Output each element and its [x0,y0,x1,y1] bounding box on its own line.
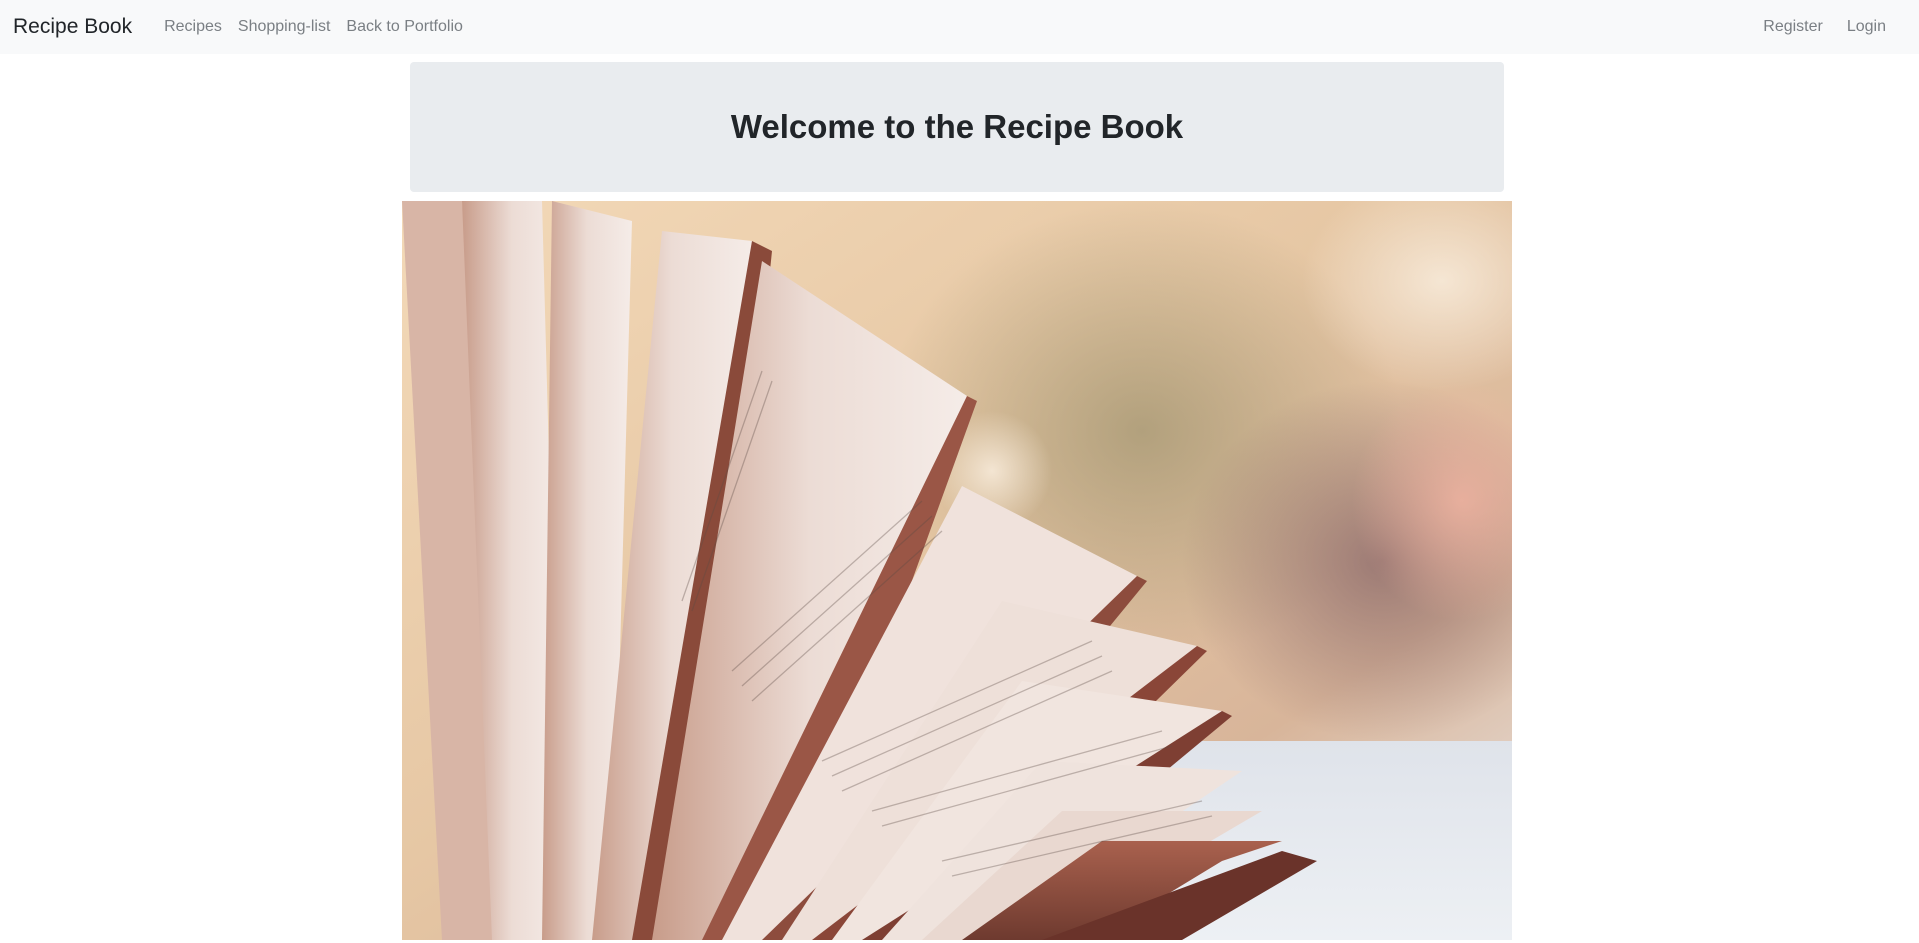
top-navbar: Recipe Book Recipes Shopping-list Back t… [0,0,1919,54]
nav-left-group: Recipes Shopping-list Back to Portfolio [156,18,471,36]
hero-image [402,201,1512,940]
nav-link-login[interactable]: Login [1839,18,1894,36]
open-book-photo [402,201,1512,940]
nav-link-recipes[interactable]: Recipes [156,18,230,36]
nav-link-register[interactable]: Register [1755,18,1831,36]
welcome-jumbotron: Welcome to the Recipe Book [410,62,1504,192]
brand-link[interactable]: Recipe Book [13,15,132,39]
nav-right-group: Register Login [1747,18,1906,36]
page-title: Welcome to the Recipe Book [730,108,1184,145]
nav-link-back-to-portfolio[interactable]: Back to Portfolio [338,18,471,36]
nav-link-shopping-list[interactable]: Shopping-list [230,18,339,36]
